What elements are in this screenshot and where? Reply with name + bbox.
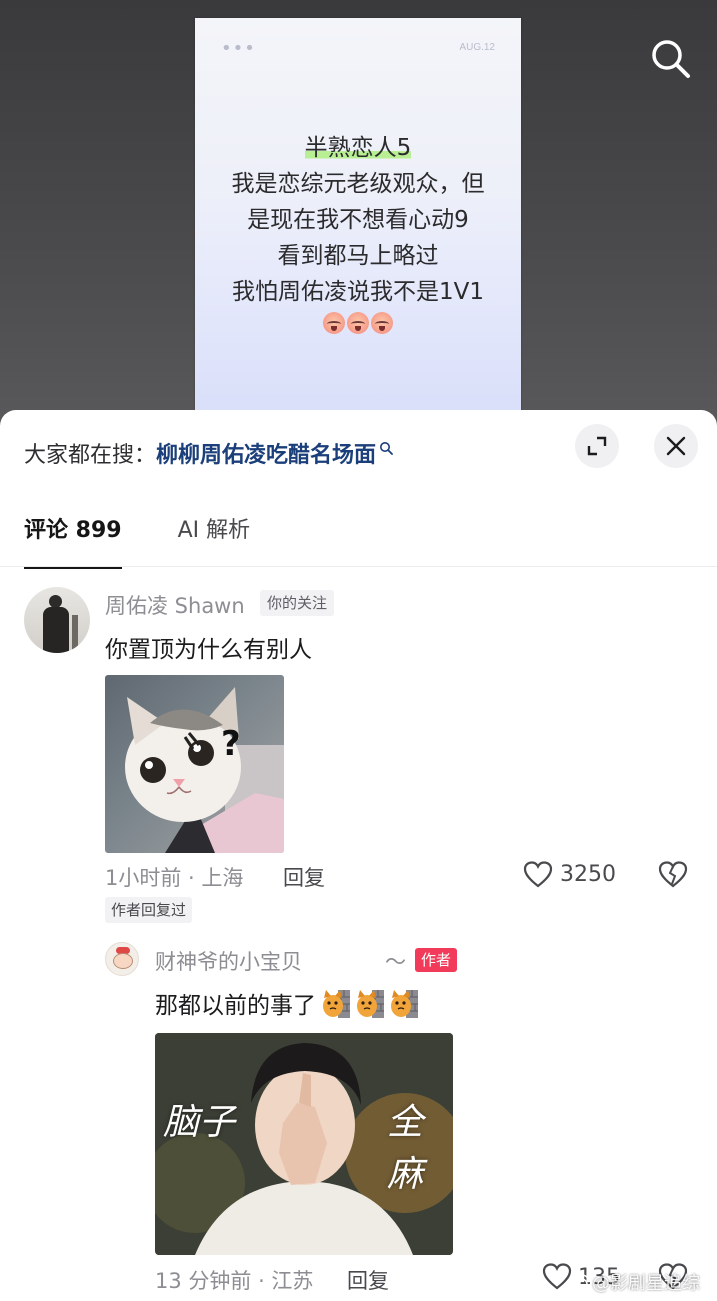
reply-meta: 13 分钟前 · 江苏 <box>155 1269 314 1293</box>
post-line-1: 半熟恋人5 <box>195 130 521 166</box>
dots-icon: ••• <box>221 38 256 59</box>
expand-button[interactable] <box>575 424 619 468</box>
post-title: 半熟恋人5 <box>304 135 412 161</box>
crying-emoji-icon <box>347 312 369 334</box>
crying-emoji-icon <box>371 312 393 334</box>
tab-bar: 评论 899 AI 解析 <box>24 514 251 569</box>
author-replied-badge: 作者回复过 <box>105 897 193 923</box>
search-small-icon <box>380 442 393 455</box>
search-icon <box>652 40 690 78</box>
watermark-text: @影剧星追综 <box>592 1273 700 1294</box>
hot-search-query[interactable]: 柳柳周佑凌吃醋名场面 <box>156 437 376 469</box>
tab-comments[interactable]: 评论 899 <box>24 514 122 569</box>
meme-caption-right: 全麻 <box>387 1102 424 1195</box>
reply-author[interactable]: 财神爷的小宝贝 <box>155 946 302 976</box>
comment-image-cat[interactable]: ? <box>105 675 284 853</box>
close-button[interactable] <box>654 424 698 468</box>
hot-search-bar[interactable]: 大家都在搜： 柳柳周佑凌吃醋名场面 <box>24 437 393 469</box>
watermark: @影剧星追综 <box>568 1269 700 1295</box>
dislike-button[interactable] <box>658 860 688 890</box>
like-count: 3250 <box>560 862 616 887</box>
cat-sticker: ? <box>125 687 284 853</box>
like-button[interactable] <box>523 860 553 890</box>
heart-icon <box>523 861 553 888</box>
post-line-2: 我是恋综元老级观众，但 <box>231 171 485 197</box>
close-icon <box>666 436 686 456</box>
comment-text: 你置顶为什么有别人 <box>105 637 312 663</box>
crying-emoji-icon <box>323 312 345 334</box>
post-line-3: 是现在我不想看心动9 <box>247 207 469 233</box>
search-button[interactable] <box>648 36 692 80</box>
dog-wall-emoji-icon <box>391 990 418 1018</box>
reply-image-meme[interactable]: 脑子 全麻 <box>155 1033 453 1255</box>
weibo-logo-icon <box>568 1274 589 1291</box>
tab-ai-analysis[interactable]: AI 解析 <box>178 514 251 554</box>
dog-wall-emoji-icon <box>323 990 350 1018</box>
expand-icon <box>587 436 607 456</box>
meme-caption-left: 脑子 <box>163 1102 236 1143</box>
reply-text-row: 那都以前的事了 <box>155 986 418 1020</box>
svg-text:?: ? <box>221 724 241 764</box>
post-line-5: 我怕周佑凌说我不是1V1 <box>231 279 484 305</box>
reply-tilde: ～ <box>385 950 406 974</box>
reply-text: 那都以前的事了 <box>155 993 316 1019</box>
screen: ••• AUG.12 半熟恋人5 我是恋综元老级观众，但 是现在我不想看心动9 … <box>0 0 717 1301</box>
avatar[interactable] <box>24 587 90 653</box>
reply-avatar[interactable] <box>105 942 139 976</box>
comment-meta: 1小时前 · 上海 <box>105 866 244 890</box>
post-date: AUG.12 <box>459 42 495 53</box>
broken-heart-icon <box>658 861 688 888</box>
crying-emojis <box>195 312 521 334</box>
hot-search-prefix: 大家都在搜： <box>24 443 157 468</box>
post-image[interactable]: ••• AUG.12 半熟恋人5 我是恋综元老级观众，但 是现在我不想看心动9 … <box>195 18 521 428</box>
post-line-4: 看到都马上略过 <box>277 243 439 269</box>
author-badge: 作者 <box>415 948 458 972</box>
post-text: 半熟恋人5 我是恋综元老级观众，但 是现在我不想看心动9 看到都马上略过 我怕周… <box>195 130 521 334</box>
divider <box>0 566 717 567</box>
comment-author[interactable]: 周佑凌 Shawn <box>105 590 245 620</box>
dog-wall-emoji-icon <box>357 990 384 1018</box>
reply-button[interactable]: 回复 <box>347 1265 389 1295</box>
following-badge: 你的关注 <box>260 590 335 616</box>
reply-button[interactable]: 回复 <box>283 862 325 892</box>
